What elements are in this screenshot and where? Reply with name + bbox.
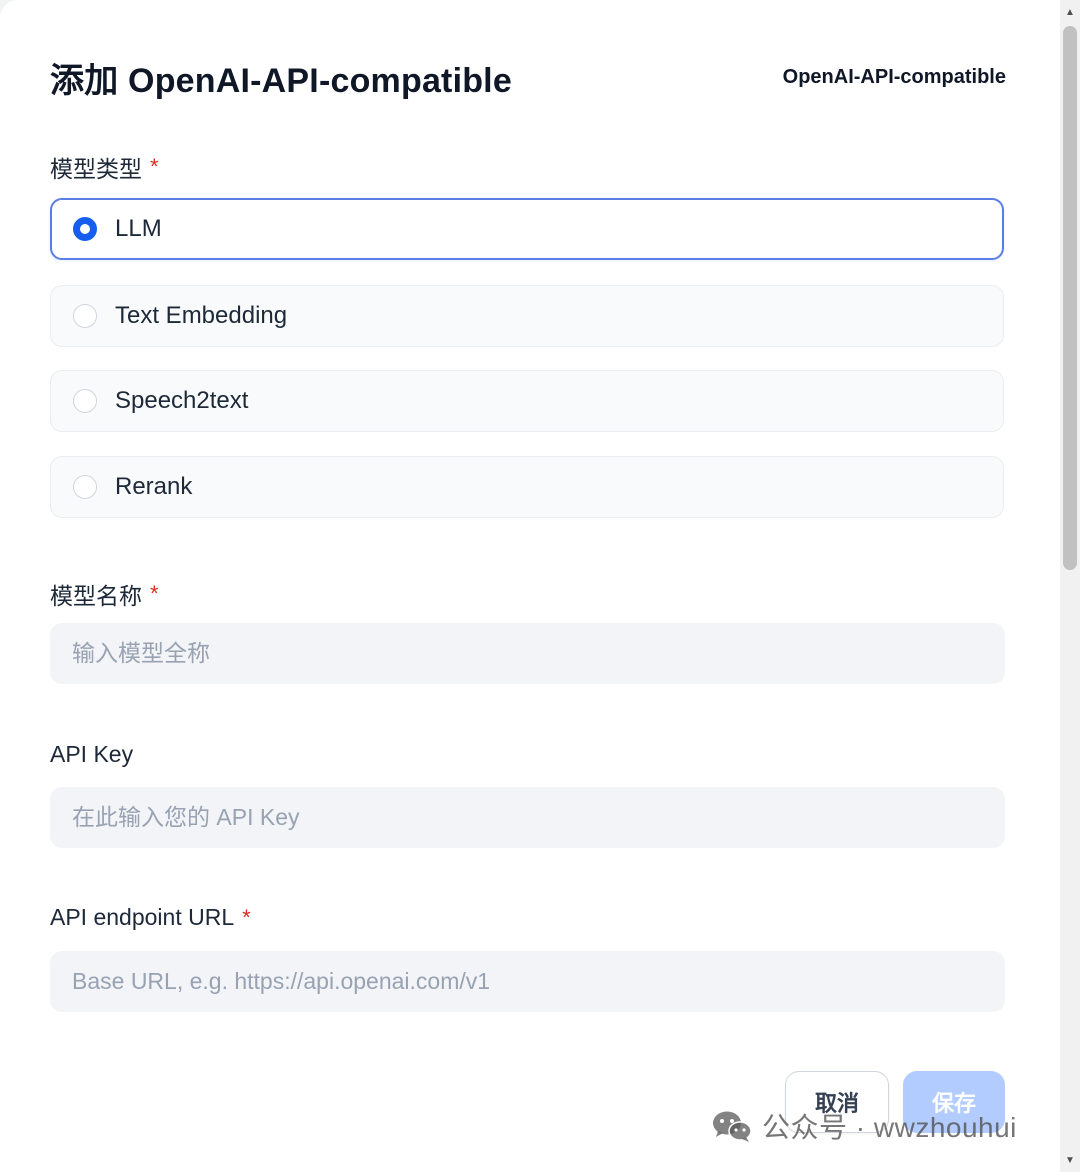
endpoint-url-label-text: API endpoint URL (50, 904, 235, 930)
api-key-label: API Key (50, 741, 133, 768)
model-type-label-text: 模型类型 (50, 156, 142, 182)
scroll-up-arrow-icon[interactable]: ▲ (1060, 2, 1080, 22)
model-type-label: 模型类型 * (50, 150, 159, 184)
model-type-option-rerank[interactable]: Rerank (50, 456, 1004, 518)
api-key-input[interactable] (50, 787, 1005, 848)
dialog-title: 添加 OpenAI-API-compatible (50, 61, 512, 100)
required-mark: * (242, 904, 251, 930)
radio-unchecked-icon[interactable] (73, 304, 97, 328)
api-key-label-text: API Key (50, 741, 134, 767)
model-name-input[interactable] (50, 623, 1005, 684)
endpoint-url-input[interactable] (50, 951, 1005, 1012)
model-name-label-text: 模型名称 (50, 583, 142, 609)
radio-option-label: LLM (115, 215, 162, 242)
add-model-dialog: 添加 OpenAI-API-compatible OpenAI-API-comp… (0, 0, 1060, 1172)
provider-name: OpenAI-API-compatible (782, 65, 1006, 88)
save-button[interactable]: 保存 (903, 1071, 1005, 1133)
radio-checked-icon[interactable] (73, 217, 97, 241)
radio-unchecked-icon[interactable] (73, 475, 97, 499)
endpoint-url-label: API endpoint URL * (50, 904, 251, 931)
radio-option-label: Rerank (115, 473, 193, 500)
radio-option-label: Text Embedding (115, 302, 288, 329)
scrollbar[interactable]: ▲ ▼ (1060, 0, 1080, 1172)
scrollbar-thumb[interactable] (1063, 26, 1077, 570)
model-type-option-text-embedding[interactable]: Text Embedding (50, 285, 1004, 347)
model-type-option-llm[interactable]: LLM (50, 198, 1004, 260)
dialog-header: 添加 OpenAI-API-compatible OpenAI-API-comp… (50, 52, 1006, 102)
radio-unchecked-icon[interactable] (73, 389, 97, 413)
scroll-down-arrow-icon[interactable]: ▼ (1060, 1150, 1080, 1170)
required-mark: * (150, 581, 159, 606)
radio-option-label: Speech2text (115, 387, 249, 414)
required-mark: * (150, 154, 159, 179)
cancel-button[interactable]: 取消 (785, 1071, 889, 1133)
model-type-option-speech2text[interactable]: Speech2text (50, 370, 1004, 432)
model-name-label: 模型名称 * (50, 577, 159, 611)
